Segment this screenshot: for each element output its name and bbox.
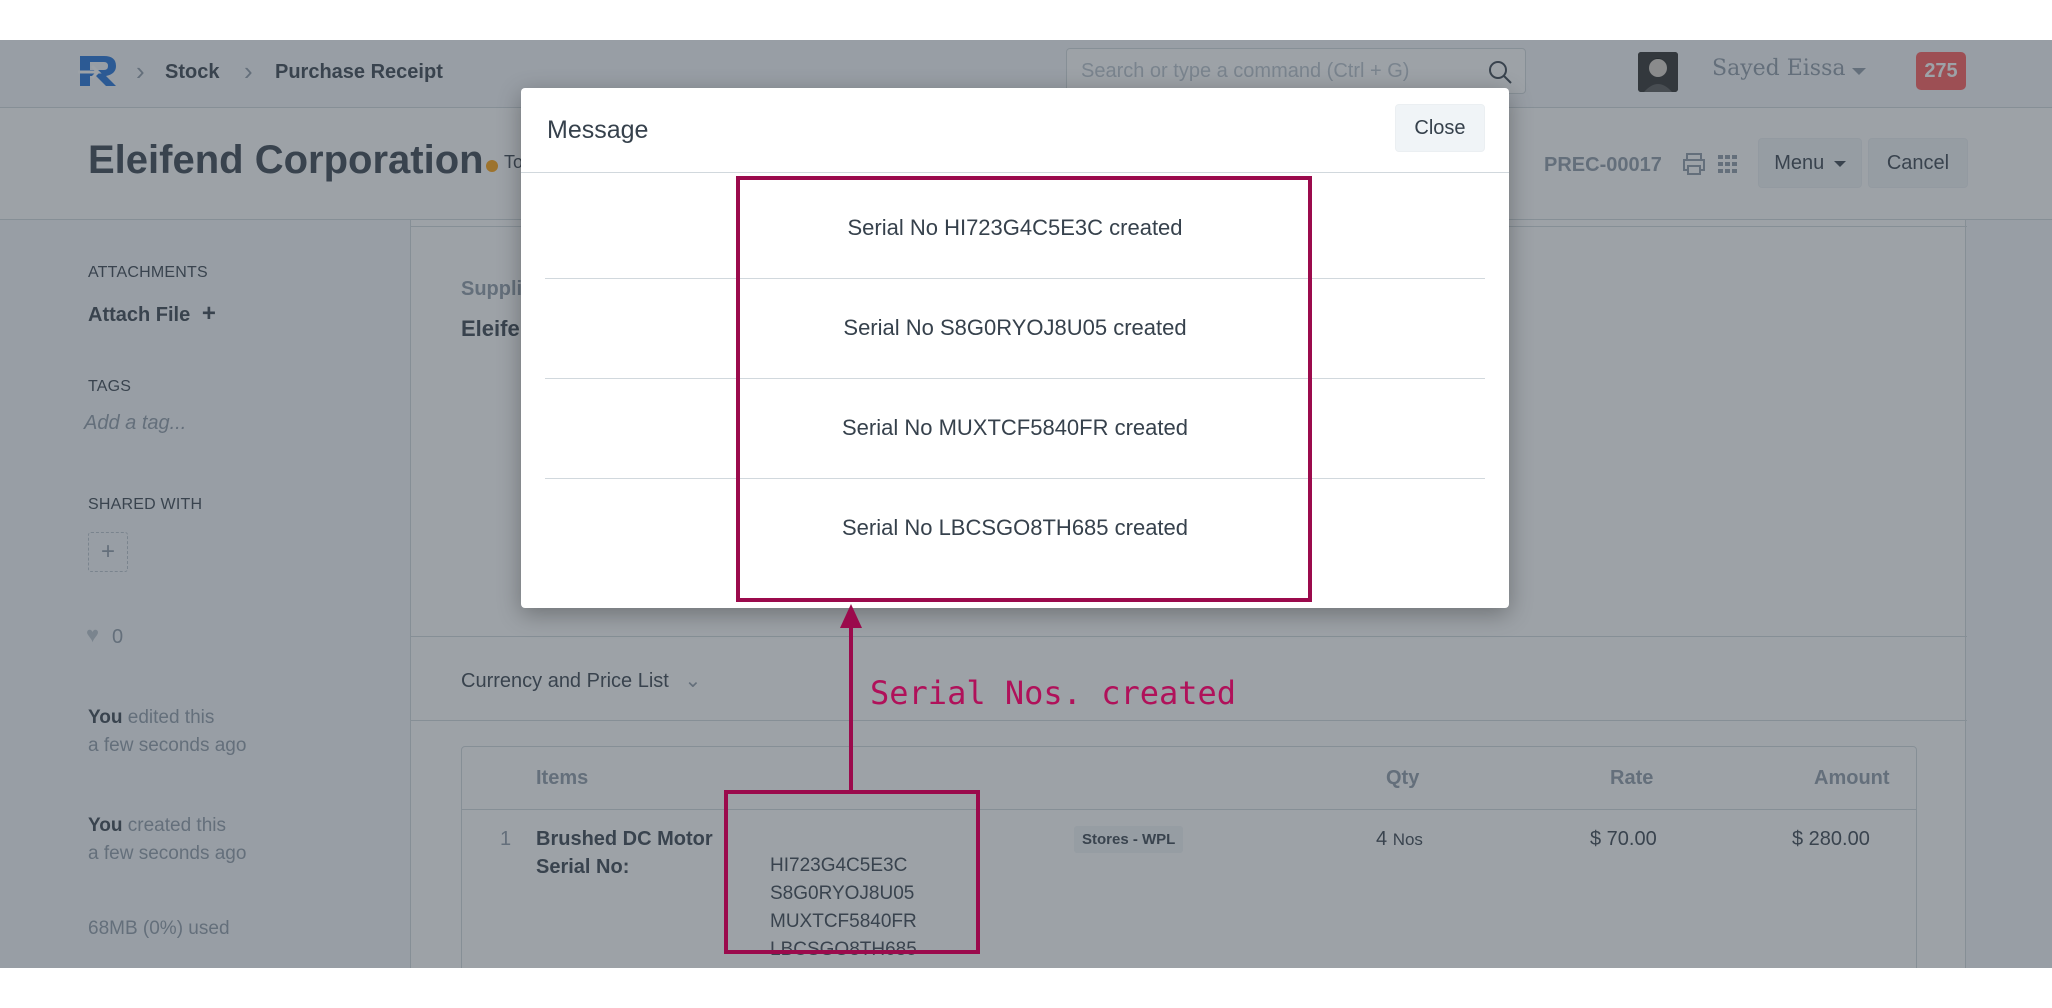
dialog-header-divider — [521, 172, 1509, 173]
annotation-box-serials — [724, 790, 980, 954]
annotation-label: Serial Nos. created — [870, 674, 1237, 712]
dialog-title: Message — [547, 116, 649, 144]
close-button[interactable]: Close — [1395, 104, 1485, 152]
annotation-box-messages — [736, 176, 1312, 602]
app-frame: › Stock › Purchase Receipt Sayed Eissa 2… — [0, 40, 2052, 968]
annotation-arrow-icon — [840, 604, 862, 790]
